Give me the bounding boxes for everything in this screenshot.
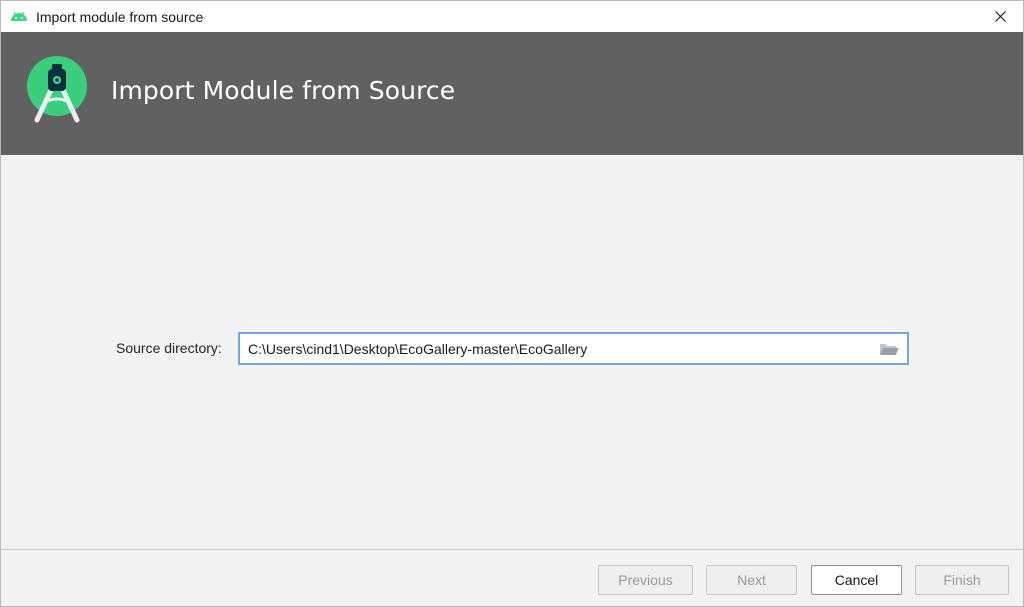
window-title: Import module from source: [36, 9, 204, 25]
previous-button[interactable]: Previous: [598, 565, 693, 595]
next-button[interactable]: Next: [706, 565, 797, 595]
import-module-dialog: Import module from source Import Module …: [0, 0, 1024, 607]
button-bar: Previous Next Cancel Finish: [1, 549, 1023, 606]
header-banner: Import Module from Source: [1, 32, 1023, 155]
folder-icon[interactable]: [879, 341, 899, 357]
close-icon: [994, 11, 1006, 22]
android-icon: [11, 11, 27, 21]
cancel-button[interactable]: Cancel: [811, 565, 902, 595]
page-title: Import Module from Source: [111, 76, 456, 105]
close-button[interactable]: [977, 1, 1023, 32]
content-area: Source directory:: [1, 155, 1023, 549]
source-directory-label: Source directory:: [116, 340, 222, 356]
source-directory-input[interactable]: [248, 334, 868, 363]
title-bar: Import module from source: [1, 1, 1023, 32]
source-directory-field[interactable]: [238, 332, 909, 365]
android-studio-logo: [27, 56, 87, 123]
finish-button[interactable]: Finish: [915, 565, 1009, 595]
